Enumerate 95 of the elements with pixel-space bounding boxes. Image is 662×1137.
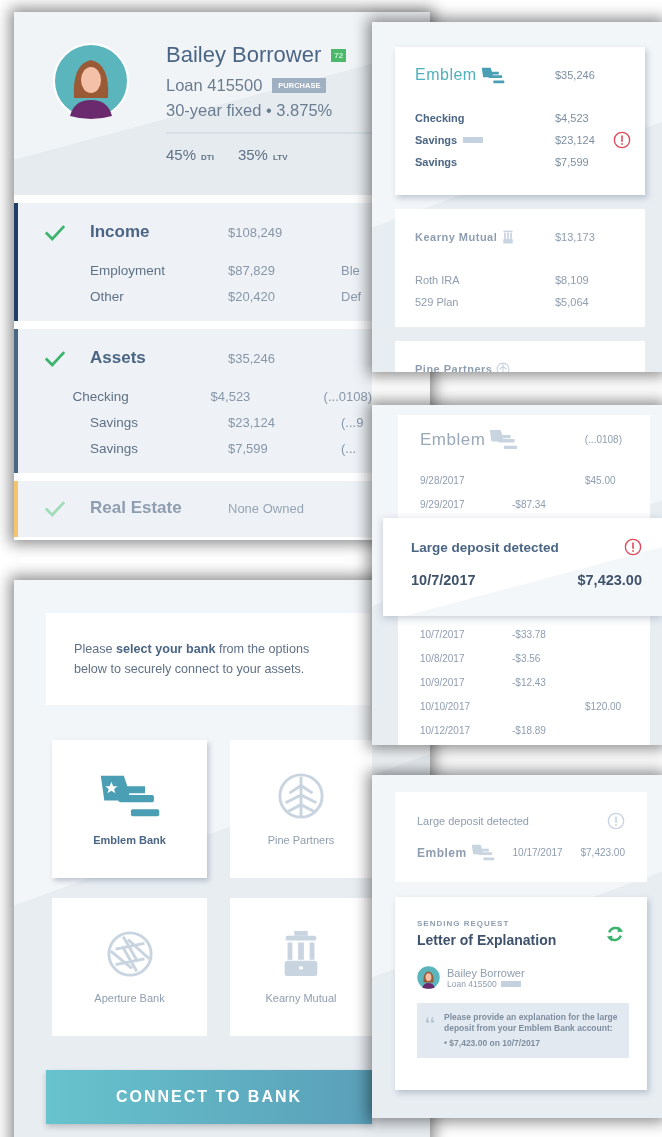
prompt-text: Please select your bank from the options below to securely connect to your assets. (74, 641, 311, 678)
quote-icon (425, 1016, 436, 1024)
account-amount: $5,064 (555, 296, 590, 308)
alert-title: Large deposit detected (411, 539, 559, 555)
borrower-name: Bailey Borrower (447, 966, 525, 979)
line-note: (...9 (341, 414, 364, 430)
section-amount: $35,246 (228, 350, 275, 366)
line-note: (...0108) (323, 388, 372, 404)
line-label: Checking (72, 388, 130, 404)
ratio-label: LTV (272, 153, 288, 162)
ratio-value: 35% (237, 146, 268, 163)
tree-logo-icon (496, 362, 511, 372)
request-status: SENDING REQUEST (417, 919, 511, 928)
line-note: Def (341, 288, 362, 304)
line-amount: $4,523 (210, 388, 252, 404)
bank-tile[interactable]: Kearny Mutual (230, 898, 372, 1036)
alert-icon (607, 812, 625, 830)
ratio-label: DTI (201, 153, 214, 162)
message-text: Please provide an explanation for the large deposit from your Emblem Bank account: (444, 1012, 619, 1034)
flag-logo-icon (489, 429, 519, 450)
line-label: Employment (90, 262, 167, 278)
bank-total: $35,246 (555, 69, 596, 81)
section-title: Income (90, 222, 151, 242)
transaction-amount: $45.00 (585, 474, 617, 486)
transaction-date: 10/12/2017 (420, 724, 472, 736)
bank-total: $13,173 (555, 231, 596, 243)
transaction-date: 10/9/2017 (420, 676, 466, 688)
line-label: Other (90, 288, 125, 304)
account-amount: $8,109 (555, 274, 590, 286)
account-amount: $23,124 (555, 134, 596, 146)
line-note: (... (341, 440, 357, 456)
ratio-value: 45% (166, 146, 197, 163)
section-amount: $108,249 (228, 224, 283, 240)
bank-name: Emblem (420, 429, 486, 450)
loan-number: Loan 415500 (447, 978, 497, 989)
line-label: Savings (90, 414, 140, 430)
account-name: Checking (415, 112, 465, 124)
score-badge: 72 (331, 48, 347, 62)
account-name: Roth IRA (415, 274, 460, 286)
alert-amount: $7,423.00 (577, 572, 642, 588)
bank-tile[interactable]: Aperture Bank (52, 898, 207, 1036)
tram-logo-icon (501, 230, 516, 244)
section-amount: None Owned (228, 500, 304, 516)
section-title: Assets (90, 348, 147, 368)
deposit-alert-card[interactable]: Large deposit detected 10/7/2017 $7,423.00 (383, 518, 662, 616)
transaction-date: 10/10/2017 (420, 700, 472, 712)
avatar-icon (417, 966, 440, 989)
borrower-name: Bailey Borrower (166, 42, 322, 68)
alert-amount: $7,423.00 (580, 847, 625, 858)
summary-section[interactable]: Assets $35,246 Checking $4,523 (...0108) Savings $23,124 (...9 Savings $7,599 (... (14, 329, 372, 473)
summary-section[interactable]: Income $108,249 Employment $87,829 Ble Other $20,420 Def (14, 203, 372, 321)
transaction-amount: -$87.34 (512, 498, 547, 510)
transaction-amount: -$33.78 (512, 628, 547, 640)
avatar-icon (52, 42, 130, 120)
bank-card[interactable]: Kearny Mutual $13,173 Roth IRA $8,109 529 Plan $5,064 (395, 209, 645, 327)
flag-logo-icon (470, 844, 495, 861)
line-note: Ble (341, 262, 360, 278)
message-item: • $7,423.00 on 10/7/2017 (444, 1038, 542, 1049)
transaction-date: 10/8/2017 (420, 652, 466, 664)
loan-number: Loan 415500 (166, 76, 263, 95)
section-title: Real Estate (90, 498, 183, 518)
bank-card[interactable]: Emblem $35,246 Checking $4,523 Savings $23,124 Savings $7,599 (395, 47, 645, 195)
transaction-date: 9/29/2017 (420, 498, 466, 510)
transaction-amount: $120.00 (585, 700, 623, 712)
transaction-date: 9/28/2017 (420, 474, 466, 486)
account-name: Savings (415, 134, 458, 146)
alert-icon (624, 538, 642, 556)
bank-tile[interactable]: Pine Partners (230, 740, 372, 878)
letter-title: Letter of Explanation (417, 932, 557, 948)
line-amount: $20,420 (228, 288, 276, 304)
transaction-amount: -$18.89 (512, 724, 547, 736)
bank-name: Kearny Mutual (415, 231, 498, 243)
bank-tile[interactable]: Emblem Bank (52, 740, 207, 878)
line-amount: $87,829 (228, 262, 276, 278)
connect-button[interactable]: CONNECT TO BANK (46, 1070, 372, 1124)
line-label: Savings (90, 440, 140, 456)
bank-name: Emblem (417, 845, 467, 860)
alert-title: Large deposit detected (417, 815, 529, 827)
deposit-alert-card[interactable]: Large deposit detected Emblem 10/17/2017 $7,423.00 (395, 792, 647, 882)
transaction-amount: -$12.43 (512, 676, 547, 688)
line-amount: $7,599 (228, 440, 269, 456)
flag-logo-icon (480, 66, 505, 84)
alert-date: 10/17/2017 (512, 847, 563, 858)
line-amount: $23,124 (228, 414, 276, 430)
account-name: Savings (415, 156, 458, 168)
account-name: 529 Plan (415, 296, 459, 308)
bank-name: Emblem (415, 66, 477, 84)
account-number: (...0108) (584, 434, 622, 445)
account-amount: $7,599 (555, 156, 590, 168)
loan-type-tag (500, 980, 521, 987)
transaction-amount: -$3.56 (512, 652, 542, 664)
transaction-date: 10/7/2017 (420, 628, 466, 640)
summary-section[interactable]: Real Estate None Owned (14, 481, 372, 537)
alert-date: 10/7/2017 (411, 572, 476, 588)
account-amount: $4,523 (555, 112, 590, 124)
